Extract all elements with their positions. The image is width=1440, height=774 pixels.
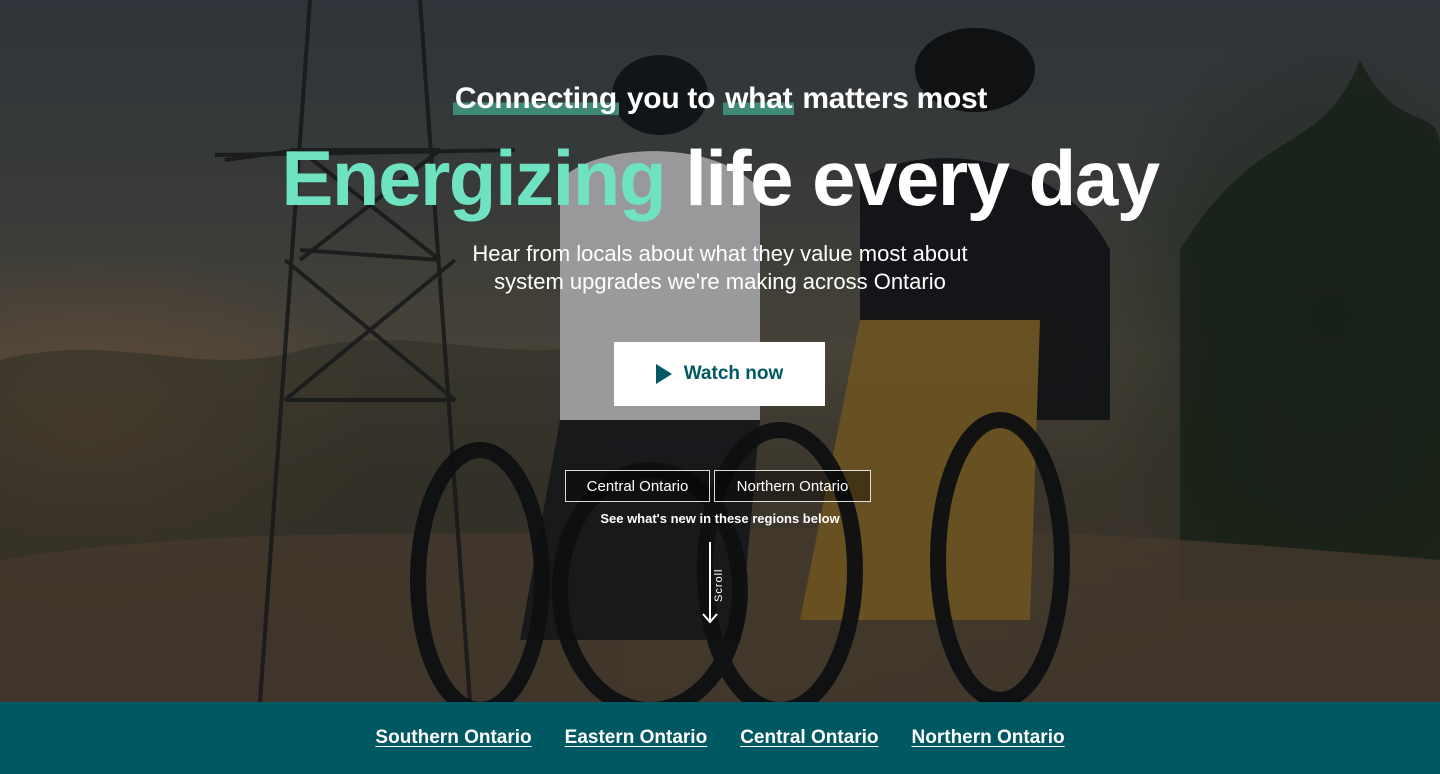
hero-subtitle: Hear from locals about what they value m… — [0, 240, 1440, 296]
play-icon — [655, 364, 672, 384]
tagline-highlight-2: what — [723, 82, 795, 115]
region-link-central[interactable]: Central Ontario — [740, 727, 878, 749]
watch-now-button[interactable]: Watch now — [614, 342, 825, 406]
region-link-eastern[interactable]: Eastern Ontario — [565, 727, 708, 749]
tagline-highlight-1: Connecting — [452, 82, 619, 115]
watch-now-label: Watch now — [683, 363, 784, 384]
region-tag-northern[interactable]: Northern Ontario — [714, 470, 871, 502]
regions-note: See what's new in these regions below — [600, 511, 840, 526]
scroll-label: Scroll — [713, 568, 725, 602]
headline-rest: life every day — [665, 134, 1160, 222]
region-tag-central[interactable]: Central Ontario — [565, 470, 710, 502]
headline-accent: Energizing — [281, 134, 666, 222]
subtitle-line-1: Hear from locals about what they value m… — [472, 241, 968, 266]
subtitle-line-2: system upgrades we're making across Onta… — [494, 269, 946, 294]
region-link-northern[interactable]: Northern Ontario — [912, 727, 1065, 749]
region-nav: Southern Ontario Eastern Ontario Central… — [0, 702, 1440, 774]
hero-headline: Energizing life every day — [0, 132, 1440, 224]
tagline-text-2: you to — [618, 82, 724, 115]
tagline-text-4: matters most — [794, 82, 988, 115]
hero-tagline: Connecting you to what matters most — [0, 82, 1440, 116]
region-link-southern[interactable]: Southern Ontario — [375, 727, 531, 749]
